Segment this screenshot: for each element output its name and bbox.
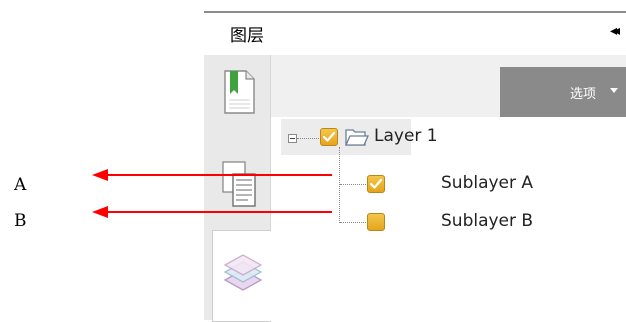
annotation-overlay [92,169,332,218]
arrow-a-head-icon [92,169,108,181]
annotation-label-a: A [14,175,27,195]
annotation-label-b: B [14,211,27,231]
arrow-b-head-icon [92,206,108,218]
